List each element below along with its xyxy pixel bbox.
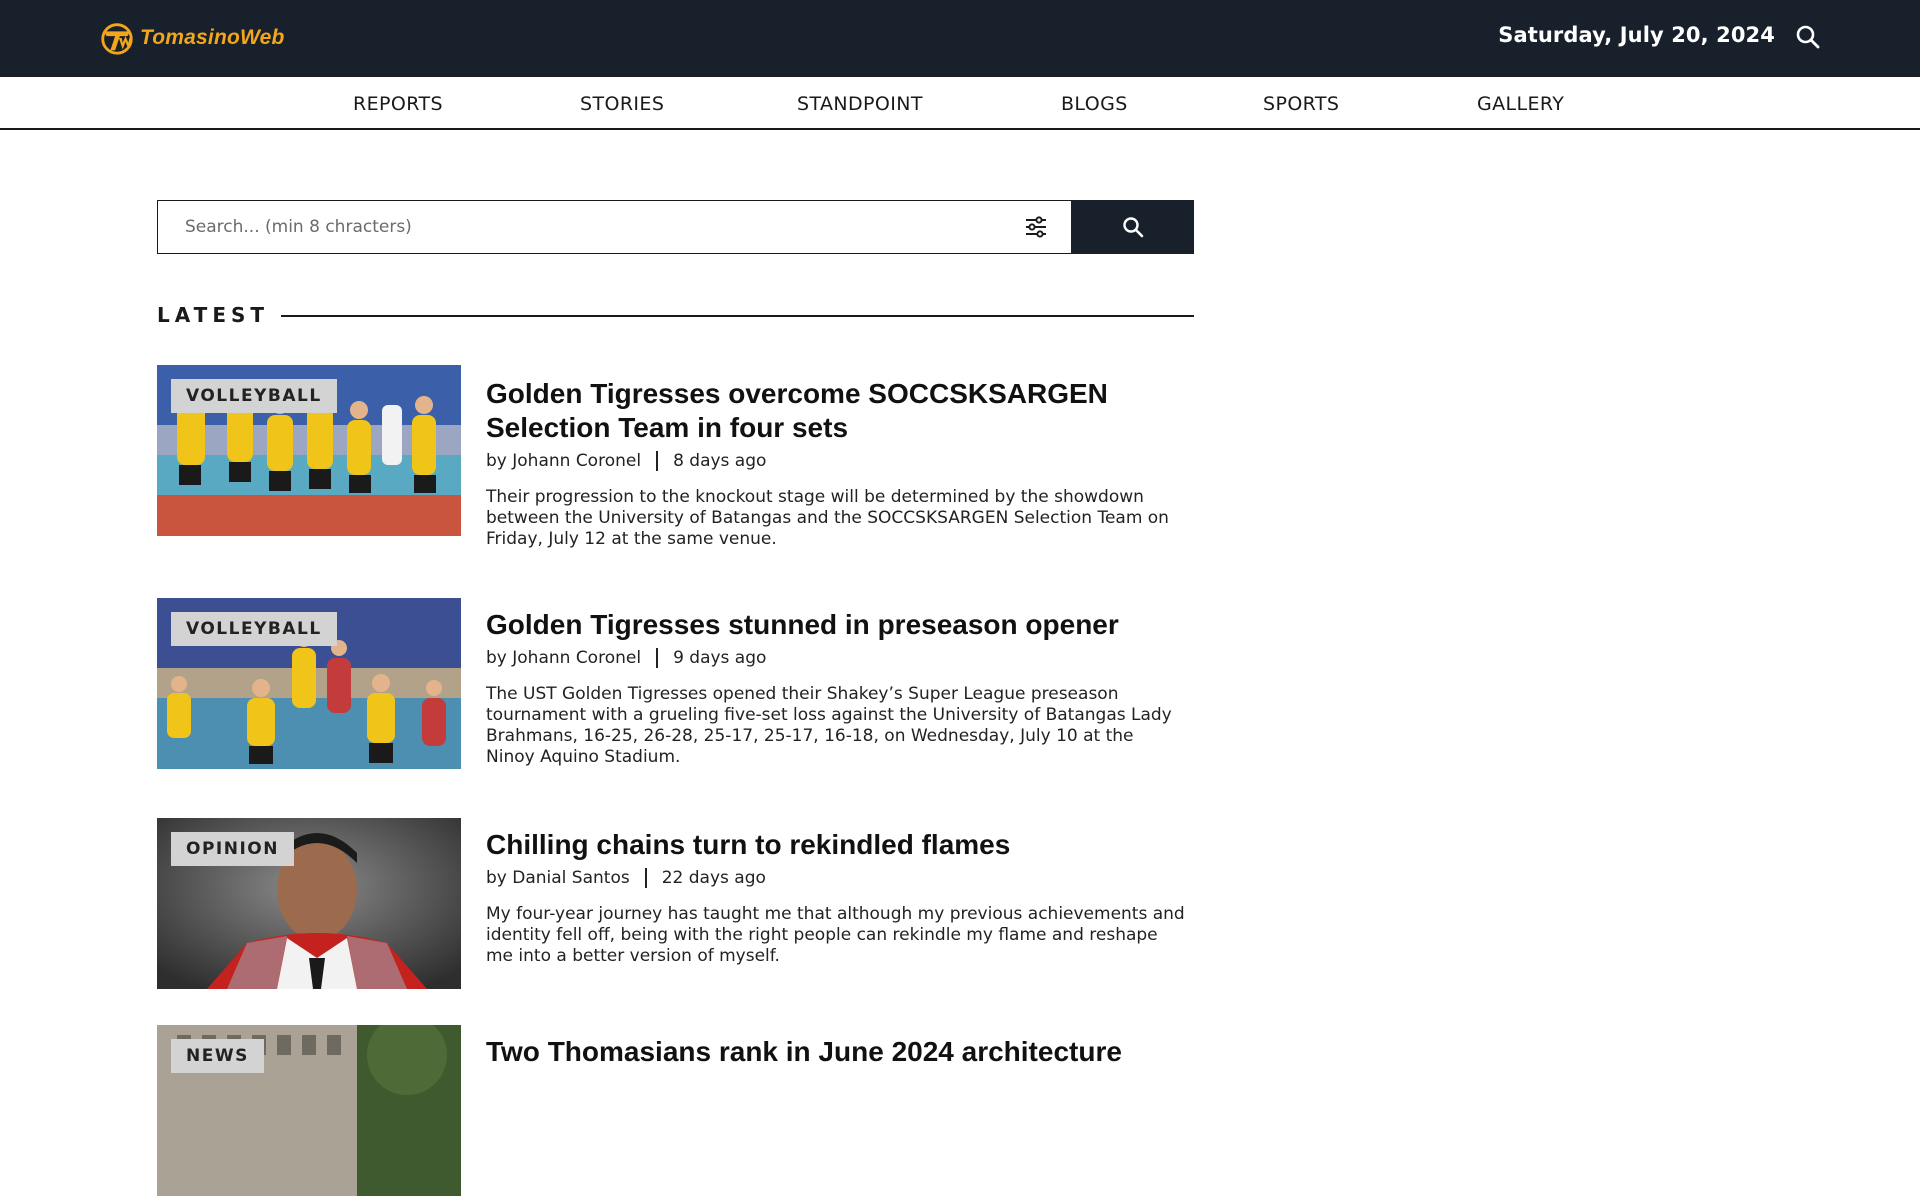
nav-item-blogs[interactable]: BLOGS [1061, 93, 1128, 115]
latest-heading: LATEST [157, 303, 270, 327]
meta-separator [656, 648, 659, 668]
article-title[interactable]: Chilling chains turn to rekindled flames [486, 828, 1186, 862]
category-badge[interactable]: OPINION [171, 832, 294, 866]
search-input[interactable] [157, 200, 1071, 254]
search-icon[interactable] [1794, 23, 1822, 51]
article-thumbnail[interactable]: VOLLEYBALL [157, 598, 461, 769]
nav-item-sports[interactable]: SPORTS [1263, 93, 1339, 115]
latest-divider [281, 315, 1194, 317]
logo-text: TomasinoWeb [140, 26, 285, 49]
category-badge[interactable]: VOLLEYBALL [171, 379, 337, 413]
article-meta: by Johann Coronel 9 days ago [486, 648, 1186, 668]
nav-item-gallery[interactable]: GALLERY [1477, 93, 1564, 115]
article-title[interactable]: Golden Tigresses overcome SOCCSKSARGEN S… [486, 377, 1186, 445]
search-icon [1122, 217, 1143, 238]
nav-item-stories[interactable]: STORIES [580, 93, 664, 115]
article-excerpt: My four-year journey has taught me that … [486, 904, 1185, 966]
logo-mark-icon [101, 23, 133, 55]
main-nav: REPORTS STORIES STANDPOINT BLOGS SPORTS … [0, 77, 1920, 130]
category-badge[interactable]: VOLLEYBALL [171, 612, 337, 646]
article-time: 22 days ago [661, 868, 766, 888]
article-excerpt: The UST Golden Tigresses opened their Sh… [486, 684, 1172, 767]
article-meta: by Johann Coronel 8 days ago [486, 451, 1186, 471]
article-time: 9 days ago [673, 648, 767, 668]
article-author[interactable]: by Johann Coronel [486, 648, 641, 668]
article-thumbnail[interactable]: VOLLEYBALL [157, 365, 461, 536]
top-header: TomasinoWeb Saturday, July 20, 2024 [0, 0, 1920, 77]
article-author[interactable]: by Johann Coronel [486, 451, 641, 471]
article-meta: by Danial Santos 22 days ago [486, 868, 1186, 888]
article-thumbnail[interactable]: NEWS [157, 1025, 461, 1196]
article-thumbnail[interactable]: OPINION [157, 818, 461, 989]
nav-item-reports[interactable]: REPORTS [353, 93, 443, 115]
meta-separator [644, 868, 647, 888]
article-excerpt: Their progression to the knockout stage … [486, 487, 1169, 549]
article-author[interactable]: by Danial Santos [486, 868, 630, 888]
search-button[interactable] [1071, 200, 1194, 254]
article-time: 8 days ago [673, 451, 767, 471]
current-date: Saturday, July 20, 2024 [1498, 23, 1775, 47]
article-title[interactable]: Two Thomasians rank in June 2024 archite… [486, 1035, 1186, 1069]
meta-separator [656, 451, 659, 471]
category-badge[interactable]: NEWS [171, 1039, 264, 1073]
sliders-icon[interactable] [1022, 213, 1050, 241]
nav-item-standpoint[interactable]: STANDPOINT [797, 93, 923, 115]
site-logo[interactable]: TomasinoWeb [98, 18, 285, 58]
article-title[interactable]: Golden Tigresses stunned in preseason op… [486, 608, 1186, 642]
